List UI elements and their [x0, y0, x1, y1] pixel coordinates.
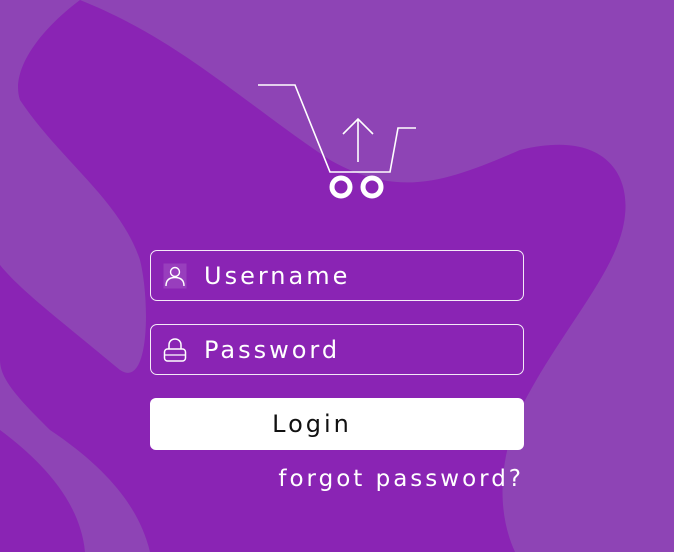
forgot-password-link[interactable]: forgot password?	[278, 466, 524, 492]
shopping-cart-upload-icon	[258, 84, 416, 199]
password-field[interactable]	[150, 324, 524, 375]
user-icon	[162, 263, 188, 289]
lock-icon	[162, 337, 188, 363]
username-input[interactable]	[204, 261, 504, 290]
cart-logo	[255, 82, 420, 202]
login-button[interactable]: Login	[150, 398, 524, 450]
username-field[interactable]	[150, 250, 524, 301]
password-input[interactable]	[204, 335, 504, 364]
